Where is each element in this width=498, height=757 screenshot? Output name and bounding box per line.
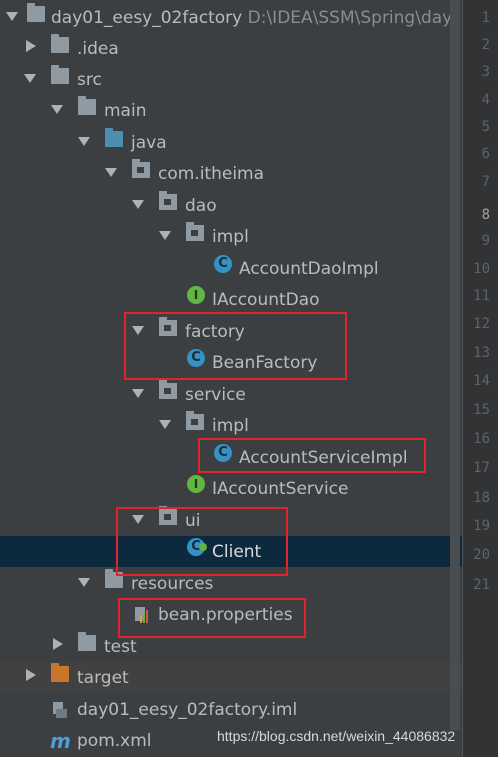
chevron-right-icon[interactable] (53, 637, 63, 650)
class-icon: C (214, 255, 232, 273)
tree-label-src: src (77, 69, 102, 90)
excluded-folder-icon (51, 662, 69, 682)
package-icon (132, 158, 150, 178)
tree-label-account-dao-impl: AccountDaoImpl (239, 258, 379, 279)
highlight-box-ui (116, 507, 288, 576)
highlight-box-bean-properties (118, 598, 306, 638)
tree-row-main[interactable]: main (0, 95, 462, 126)
chevron-down-icon[interactable] (51, 104, 63, 114)
line-number: 21 (473, 577, 490, 593)
tree-label-java: java (131, 132, 167, 153)
tree-row-iaccount-service[interactable]: I IAccountService (0, 473, 462, 504)
package-icon (159, 190, 177, 210)
tree-label-iaccount-dao: IAccountDao (212, 289, 320, 310)
tree-label-service: service (185, 384, 246, 405)
folder-icon (51, 64, 69, 84)
line-number: 20 (473, 547, 490, 563)
tree-row-service[interactable]: service (0, 379, 462, 410)
iml-file-icon (52, 701, 68, 719)
line-number: 11 (473, 288, 490, 304)
package-icon (159, 379, 177, 399)
watermark-text: https://blog.csdn.net/weixin_44086832 (217, 728, 456, 744)
line-number: 16 (473, 431, 490, 447)
line-number: 14 (473, 373, 490, 389)
line-number: 15 (473, 402, 490, 418)
folder-icon (51, 33, 69, 53)
tree-label-test: test (104, 636, 137, 657)
line-number: 18 (473, 490, 490, 506)
tree-row-dao[interactable]: dao (0, 190, 462, 221)
chevron-down-icon[interactable] (159, 230, 171, 240)
folder-icon (78, 631, 96, 651)
tree-row-account-dao-impl[interactable]: C AccountDaoImpl (0, 253, 462, 284)
module-folder-icon (27, 2, 45, 22)
tree-row-service-impl[interactable]: impl (0, 410, 462, 441)
tree-label-iml: day01_eesy_02factory.iml (77, 699, 298, 720)
tree-label-com-itheima: com.itheima (158, 163, 265, 184)
tree-row-dao-impl[interactable]: impl (0, 221, 462, 252)
chevron-down-icon[interactable] (159, 419, 171, 429)
highlight-box-factory (124, 312, 347, 380)
line-number: 6 (481, 146, 490, 162)
tree-label-iaccount-service: IAccountService (212, 478, 349, 499)
line-number: 1 (481, 10, 490, 26)
tree-label-resources: resources (131, 573, 214, 594)
tree-label-target: target (77, 667, 129, 688)
highlight-box-account-service-impl (198, 438, 426, 473)
tree-label-service-impl: impl (212, 415, 249, 436)
folder-icon (78, 95, 96, 115)
line-number: 12 (473, 316, 490, 332)
line-number: 17 (473, 460, 490, 476)
tree-label-dao: dao (185, 195, 217, 216)
tree-row-iaccount-dao[interactable]: I IAccountDao (0, 284, 462, 315)
tree-label-dao-impl: impl (212, 226, 249, 247)
line-number: 5 (481, 119, 490, 135)
line-number: 4 (481, 92, 490, 108)
chevron-down-icon[interactable] (105, 167, 117, 177)
tree-row-project-root[interactable]: day01_eesy_02factory D:\IDEA\SSM\Spring\… (0, 2, 462, 33)
chevron-down-icon[interactable] (132, 388, 144, 398)
tree-label-main: main (104, 100, 147, 121)
chevron-right-icon[interactable] (26, 39, 36, 52)
chevron-down-icon[interactable] (132, 199, 144, 209)
line-number: 10 (473, 261, 490, 277)
editor-gutter: 1 2 3 4 5 6 7 8 9 10 11 12 13 14 15 16 1… (462, 0, 498, 757)
maven-icon: m (50, 728, 71, 753)
interface-icon: I (187, 286, 205, 304)
line-number: 7 (481, 174, 490, 190)
tree-row-target[interactable]: target (0, 662, 462, 693)
tree-label-idea: .idea (77, 38, 119, 59)
line-number: 19 (473, 518, 490, 534)
chevron-down-icon[interactable] (24, 73, 36, 83)
tree-row-com-itheima[interactable]: com.itheima (0, 158, 462, 189)
chevron-down-icon[interactable] (6, 11, 18, 21)
chevron-down-icon[interactable] (78, 577, 90, 587)
line-number: 2 (481, 37, 490, 53)
project-path: D:\IDEA\SSM\Spring\day (247, 7, 453, 28)
line-number: 8 (481, 207, 490, 223)
tree-label-pom: pom.xml (77, 730, 152, 751)
line-number: 13 (473, 345, 490, 361)
source-folder-icon (105, 127, 123, 147)
interface-icon: I (187, 475, 205, 493)
tree-row-src[interactable]: src (0, 64, 462, 95)
tree-scrollbar[interactable] (450, 0, 460, 730)
tree-row-java[interactable]: java (0, 127, 462, 158)
project-tree[interactable]: day01_eesy_02factory D:\IDEA\SSM\Spring\… (0, 0, 462, 757)
package-icon (186, 410, 204, 430)
line-number: 9 (481, 233, 490, 249)
chevron-down-icon[interactable] (78, 136, 90, 146)
chevron-right-icon[interactable] (26, 668, 36, 681)
package-icon (186, 221, 204, 241)
tree-row-idea[interactable]: .idea (0, 33, 462, 64)
project-name: day01_eesy_02factory (51, 7, 243, 28)
line-number: 3 (481, 64, 490, 80)
tree-row-iml[interactable]: day01_eesy_02factory.iml (0, 694, 462, 725)
